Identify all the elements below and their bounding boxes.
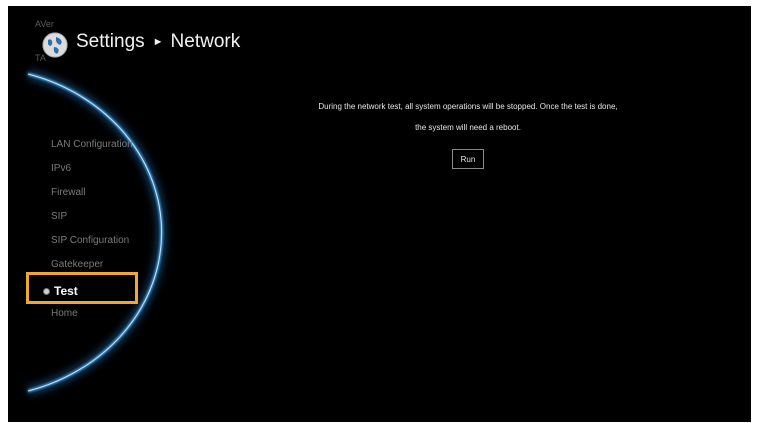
sidebar-item-firewall[interactable]: Firewall [51,187,85,198]
test-warning-line-1: During the network test, all system oper… [318,102,618,111]
sidebar-item-gatekeeper[interactable]: Gatekeeper [51,259,103,270]
sidebar-item-ipv6[interactable]: IPv6 [51,163,71,174]
run-button[interactable]: Run [452,149,484,169]
decorative-arc [26,69,167,396]
sidebar-item-sip[interactable]: SIP [51,211,67,222]
sidebar-item-sip-configuration[interactable]: SIP Configuration [51,235,129,246]
breadcrumb-settings: Settings [76,31,145,52]
breadcrumb-separator: ► [152,36,164,48]
brand-logo-text: AVer [35,19,54,29]
globe-icon [42,32,68,58]
sidebar-item-home[interactable]: Home [51,308,78,319]
test-warning-line-2: the system will need a reboot. [415,123,521,132]
breadcrumb-network: Network [170,31,241,52]
page-title: Settings ► Network [76,31,240,53]
settings-screen: AVer TA Settings ► Network LAN Configura… [8,6,751,422]
sidebar-item-lan-configuration[interactable]: LAN Configuration [51,139,133,150]
selection-highlight [26,272,138,304]
